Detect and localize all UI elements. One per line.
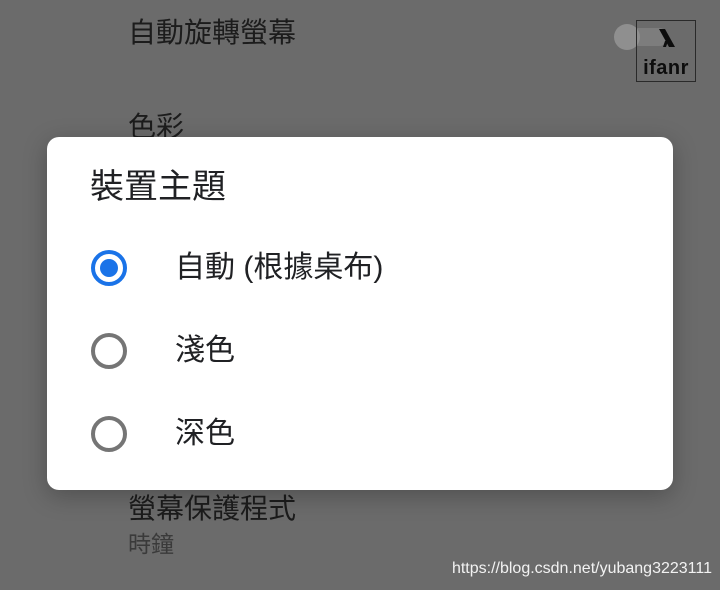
device-theme-dialog: 裝置主題 自動 (根據桌布) 淺色 深色 (47, 137, 673, 490)
option-label: 深色 (175, 417, 235, 450)
radio-button[interactable] (91, 333, 127, 369)
setting-auto-rotate-title: 自動旋轉螢幕 (128, 17, 297, 48)
theme-option-light[interactable]: 淺色 (47, 310, 673, 393)
ifanr-logo-text: ifanr (643, 57, 689, 79)
dialog-title: 裝置主題 (90, 168, 226, 206)
setting-screensaver-title: 螢幕保護程式 (128, 493, 297, 524)
ifanr-logo: ifanr (636, 20, 696, 82)
ifanr-mark-icon (659, 29, 675, 47)
watermark-url: https://blog.csdn.net/yubang3223111 (451, 560, 712, 577)
option-label: 淺色 (175, 334, 235, 367)
option-label: 自動 (根據桌布) (175, 251, 384, 284)
theme-option-dark[interactable]: 深色 (47, 393, 673, 476)
theme-options-list: 自動 (根據桌布) 淺色 深色 (47, 227, 673, 476)
radio-button[interactable] (91, 250, 127, 286)
theme-option-auto[interactable]: 自動 (根據桌布) (47, 227, 673, 310)
setting-screensaver-summary: 時鐘 (128, 531, 174, 557)
radio-dot (100, 259, 118, 277)
radio-button[interactable] (91, 416, 127, 452)
